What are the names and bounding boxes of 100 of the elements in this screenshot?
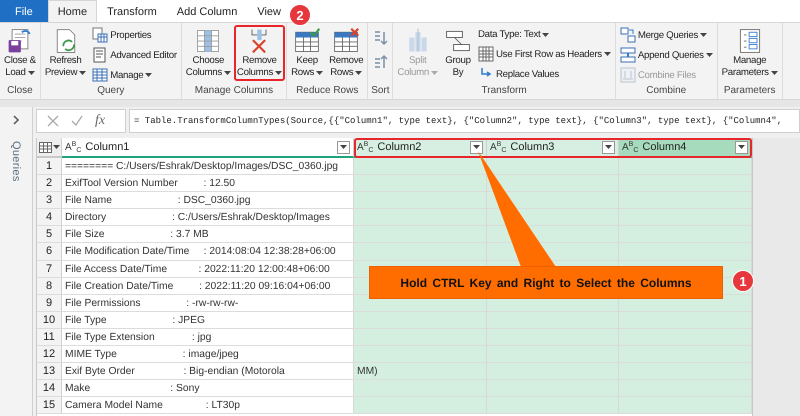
row-number: 8: [37, 278, 62, 295]
caret-icon: [355, 71, 362, 75]
manage-icon: [92, 67, 108, 83]
table-icon: [38, 142, 52, 152]
caret-icon: [52, 145, 60, 149]
file-tab[interactable]: File: [0, 0, 48, 22]
cancel-icon: [47, 115, 59, 127]
caret-icon: [473, 145, 480, 149]
row-number: 5: [37, 226, 62, 244]
filter-dropdown-button[interactable]: [337, 140, 350, 154]
merge-queries-button[interactable]: Merge Queries: [616, 25, 716, 45]
group-label: Combine: [645, 85, 688, 98]
remove-rows-button[interactable]: Remove Rows: [326, 25, 366, 81]
group-label: Close: [6, 85, 34, 98]
group-label: Transform: [480, 85, 528, 98]
caret-icon: [605, 145, 612, 149]
caret-icon: [28, 71, 35, 75]
caret-icon: [706, 53, 713, 57]
row-number: 12: [37, 346, 62, 364]
table-cell: MIME Type : image/jpeg: [62, 346, 354, 364]
remove-columns-button[interactable]: Remove Columns: [234, 25, 286, 81]
table-cell: Make : Sony: [62, 380, 354, 398]
refresh-preview-button[interactable]: Refresh Preview: [42, 25, 90, 81]
row-number: 7: [37, 260, 62, 278]
group-label: Parameters: [722, 85, 777, 98]
caret-icon: [770, 71, 778, 75]
append-queries-button[interactable]: Append Queries: [616, 45, 716, 65]
table-cell: File Size : 3.7 MB: [62, 226, 354, 244]
table-cell: File Type : JPEG: [62, 312, 354, 329]
row-number: 11: [37, 328, 62, 346]
caret-icon: [340, 145, 347, 149]
advanced-editor-icon: [92, 47, 108, 63]
table-cell: ExifTool Version Number : 12.50: [62, 175, 354, 192]
queries-pane-label[interactable]: Queries: [10, 141, 22, 182]
sort-descending-icon-icon: [372, 54, 388, 70]
caret-icon: [738, 145, 745, 149]
caret-icon: [700, 33, 707, 37]
keep-rows-button[interactable]: Keep Rows: [288, 25, 326, 81]
table-cell: File Name : DSC_0360.jpg: [62, 192, 354, 210]
close-load-button[interactable]: Close & Load: [1, 25, 39, 81]
manage-button[interactable]: Manage: [89, 65, 180, 85]
row-number: 3: [37, 192, 62, 210]
group-label: Reduce Rows: [295, 85, 360, 98]
advanced-editor-button[interactable]: Advanced Editor: [89, 45, 180, 65]
row-number: 13: [37, 363, 62, 380]
filter-dropdown-button[interactable]: [470, 140, 483, 154]
replace-values-button[interactable]: Replace Values: [474, 64, 614, 84]
row-number: 9: [37, 294, 62, 312]
group-label: Sort: [370, 85, 391, 98]
group-label: Manage Columns: [194, 85, 274, 98]
ribbon-tab[interactable]: View: [247, 0, 291, 22]
column-name: Column4: [642, 141, 688, 153]
data-type-button[interactable]: Data Type: Text: [474, 25, 614, 44]
formula-field[interactable]: = Table.TransformColumnTypes(Source,{{"Column1", type text}, {"Column2", type text}, {"Column3", type text}, {"Column4",: [129, 109, 800, 133]
remove-rows-icon: [332, 27, 360, 55]
column-name: Column2: [377, 141, 422, 153]
row-number: 1: [37, 158, 62, 176]
table-cell: ======== C:/Users/Eshrak/Desktop/Images/DSC_0360.jpg: [62, 158, 354, 176]
ribbon-tab[interactable]: Add Column: [166, 0, 248, 22]
table-cell: Camera Model Name : LT30p: [62, 397, 354, 414]
filter-dropdown-button[interactable]: [735, 140, 748, 154]
combine-files-icon: [620, 67, 636, 83]
ribbon-tab[interactable]: Transform: [97, 0, 167, 22]
caret-icon: [275, 71, 282, 75]
caret-icon: [224, 71, 231, 75]
table-menu-button[interactable]: [37, 138, 62, 158]
caret-icon: [79, 71, 86, 75]
callout: Hold CTRL Key and Right to Select the Columns: [369, 266, 723, 299]
keep-rows-icon: [293, 27, 322, 55]
filter-dropdown-button[interactable]: [602, 140, 615, 154]
caret-icon: [430, 71, 438, 75]
use-first-row-as-headers-icon: [478, 46, 494, 62]
row-number: 15: [37, 397, 62, 414]
table-cell: File Modification Date/Time : 2014:08:04 12:38:28+06:00: [62, 243, 354, 261]
row-number: 6: [37, 243, 62, 261]
column-name: Column3: [510, 141, 556, 153]
expand-chevron-icon: [12, 115, 20, 125]
caret-icon: [145, 73, 152, 77]
use-first-row-as-headers-button[interactable]: Use First Row as Headers: [474, 44, 614, 64]
column-header[interactable]: A$^{B}$$_{C}$ Column1: [62, 138, 354, 158]
row-number: 2: [37, 175, 62, 192]
table-cell: MM): [354, 363, 487, 380]
row-number: 4: [37, 209, 62, 226]
table-cell: File Type Extension : jpg: [62, 328, 354, 346]
table-cell: Directory : C:/Users/Eshrak/Desktop/Images: [62, 209, 354, 226]
properties-icon: [92, 27, 108, 43]
manage-parameters-button[interactable]: Manage Parameters: [718, 25, 781, 81]
sort-ascending-icon-icon: [372, 30, 388, 46]
properties-button[interactable]: Properties: [89, 25, 180, 45]
row-number: 10: [37, 312, 62, 329]
group-by-button[interactable]: Group By: [440, 25, 475, 81]
insert-function-button[interactable]: fx: [95, 113, 106, 129]
row-number: 14: [37, 380, 62, 398]
check-icon: [71, 115, 83, 127]
ribbon-tab[interactable]: Home: [48, 0, 98, 22]
caret-icon: [316, 71, 324, 75]
group-label: Query: [96, 85, 126, 98]
caret-icon: [542, 32, 550, 36]
table-cell: File Access Date/Time : 2022:11:20 12:00:48+06:00: [62, 260, 354, 278]
choose-columns-button[interactable]: Choose Columns: [182, 25, 234, 81]
